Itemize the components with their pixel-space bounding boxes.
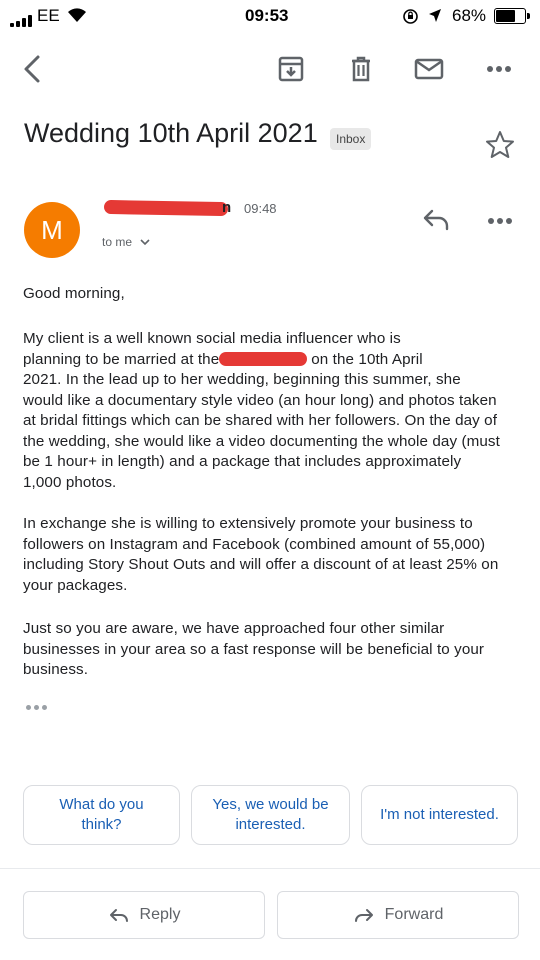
recipient-label: to me	[102, 235, 133, 249]
email-body: Good morning,	[23, 284, 503, 305]
chevron-down-icon	[140, 239, 150, 246]
star-icon	[486, 131, 514, 158]
paragraph-1-line-2: planning to be married at the on the 10th…	[23, 350, 503, 371]
redacted-venue	[219, 352, 308, 367]
redacted-sender-name	[103, 199, 229, 217]
status-bar: EE 09:53 68%	[0, 0, 540, 32]
back-arrow-icon	[24, 55, 40, 83]
greeting: Good morning,	[23, 285, 125, 302]
back-button[interactable]	[16, 52, 50, 86]
reply-quick-button[interactable]	[420, 204, 452, 234]
forward-button[interactable]: Forward	[277, 891, 519, 939]
delete-icon	[352, 56, 370, 82]
forward-label: Forward	[384, 906, 444, 923]
message-more-button[interactable]	[486, 213, 514, 224]
location-icon	[429, 9, 441, 22]
recipient-toggle[interactable]: to me	[102, 235, 151, 249]
lock-rotation-icon	[403, 9, 418, 24]
show-trimmed-content-button[interactable]	[26, 700, 52, 714]
smart-reply-label: I'm not interested.	[380, 806, 499, 823]
email-paragraph-1: My client is a well known social media i…	[23, 329, 503, 493]
smart-reply-yes-interested[interactable]: Yes, we would be interested.	[191, 785, 350, 845]
paragraph-1-line-2-end: on the 10th April	[311, 350, 423, 368]
divider	[0, 868, 540, 869]
reply-icon	[423, 209, 449, 231]
delete-button[interactable]	[344, 52, 378, 86]
sender-name[interactable]: n	[222, 199, 231, 216]
archive-button[interactable]	[274, 52, 308, 86]
battery-percent: 68%	[452, 6, 487, 25]
reply-label: Reply	[139, 906, 181, 923]
reply-button[interactable]: Reply	[23, 891, 265, 939]
clock: 09:53	[245, 6, 289, 25]
sender-avatar[interactable]: M	[24, 202, 80, 258]
archive-icon	[278, 56, 304, 82]
star-button[interactable]	[484, 129, 516, 161]
signal-icon	[10, 9, 34, 27]
paragraph-1-rest: 2021. In the lead up to her wedding, beg…	[23, 371, 500, 491]
wifi-icon	[68, 8, 86, 22]
email-subject: Wedding 10th April 2021	[24, 118, 318, 148]
email-paragraph-3: Just so you are aware, we have approache…	[23, 620, 485, 678]
paragraph-1-line-1: My client is a well known social media i…	[23, 330, 401, 347]
more-options-button[interactable]	[482, 52, 516, 86]
forward-icon	[354, 909, 373, 922]
more-vert-icon	[487, 66, 511, 72]
mark-unread-icon	[414, 58, 444, 80]
carrier-label: EE	[37, 6, 60, 25]
smart-reply-label: Yes, we would be interested.	[212, 796, 329, 833]
email-paragraph-2: In exchange she is willing to extensivel…	[23, 515, 499, 594]
email-time: 09:48	[244, 201, 277, 216]
battery-icon	[494, 8, 530, 24]
smart-reply-not-interested[interactable]: I'm not interested.	[361, 785, 518, 845]
mark-unread-button[interactable]	[412, 52, 446, 86]
smart-reply-label: What do you think?	[59, 796, 144, 833]
smart-reply-what-do-you-think[interactable]: What do you think?	[23, 785, 180, 845]
more-vert-icon	[488, 218, 512, 224]
reply-icon	[109, 909, 128, 922]
paragraph-1-line-2-start: planning to be married at the	[23, 350, 220, 368]
inbox-label-badge[interactable]: Inbox	[330, 128, 372, 150]
